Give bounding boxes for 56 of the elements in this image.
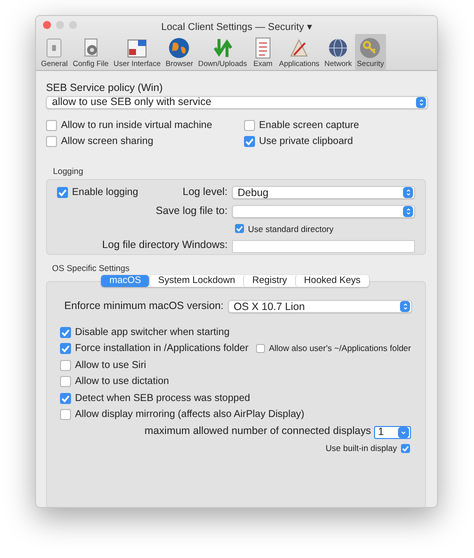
checkbox-label: Enable screen capture	[259, 119, 360, 133]
checkbox[interactable]	[60, 376, 71, 388]
globe-icon	[168, 37, 190, 59]
checkbox-label: Disable app switcher when starting	[75, 326, 230, 340]
field-label: Enforce minimum macOS version:	[63, 299, 224, 314]
checkbox-label: Use standard directory	[248, 222, 334, 236]
checkbox-label: Detect when SEB process was stopped	[75, 392, 250, 406]
checkbox[interactable]	[256, 344, 265, 354]
zoom-button[interactable]	[69, 21, 77, 29]
checkbox-label: Force installation in /Applications folder	[75, 342, 248, 356]
checkbox[interactable]	[60, 326, 71, 338]
group-title: Logging	[53, 166, 84, 177]
checkbox[interactable]	[46, 120, 57, 131]
arrows-icon	[212, 37, 234, 59]
close-button[interactable]	[43, 21, 51, 29]
minimize-button[interactable]	[56, 21, 64, 29]
window-title: Local Client Settings — Security ▾	[161, 20, 312, 34]
dropdown[interactable]: Debug	[232, 186, 415, 200]
checkbox[interactable]	[235, 224, 244, 234]
checkbox[interactable]	[244, 120, 255, 131]
stepper-icon	[416, 97, 426, 108]
checkbox-label: Enable logging	[72, 186, 138, 200]
checkbox-label: Allow to use Siri	[75, 358, 146, 373]
checkbox-label: Allow to use dictation	[75, 375, 169, 390]
checkbox-label: Use built-in display	[326, 442, 397, 455]
stepper-icon	[403, 187, 413, 198]
field-label: Log file directory Windows:	[101, 238, 228, 254]
checkbox[interactable]	[60, 360, 71, 371]
field-label: Save log file to:	[154, 204, 228, 219]
globe-icon	[327, 37, 350, 59]
stepper-icon	[403, 206, 413, 218]
checkbox-label: Allow screen sharing	[61, 135, 154, 149]
field-label: Log level:	[182, 185, 228, 200]
checkbox[interactable]	[57, 187, 68, 198]
checkbox-label: Allow display mirroring (affects also AirPlay Display)	[75, 408, 304, 422]
checkbox[interactable]	[401, 444, 410, 453]
field-label: maximum allowed number of connected displays	[144, 424, 371, 440]
checkbox[interactable]	[46, 136, 57, 147]
checkbox[interactable]	[244, 136, 255, 147]
checkbox[interactable]	[60, 409, 71, 420]
dropdown[interactable]: allow to use SEB only with service	[46, 96, 428, 109]
group-title: OS Specific Settings	[52, 263, 130, 274]
checkbox-label: Allow also user's ~/Applications folder	[268, 342, 411, 356]
dropdown[interactable]: OS X 10.7 Lion	[228, 300, 412, 314]
checkbox-label: Allow to run inside virtual machine	[61, 119, 212, 133]
directory-input[interactable]	[232, 240, 415, 253]
stepper-icon	[400, 301, 410, 312]
window-icon	[126, 37, 148, 59]
stepper-icon	[398, 426, 409, 438]
number-combo-box[interactable]: 1	[374, 426, 411, 439]
section-label: SEB Service policy (Win)	[46, 82, 164, 95]
pen-icon	[288, 37, 310, 59]
checkbox[interactable]	[60, 343, 71, 354]
checkbox[interactable]	[60, 392, 71, 404]
dropdown[interactable]	[232, 205, 415, 218]
checkbox-label: Use private clipboard	[259, 135, 353, 149]
